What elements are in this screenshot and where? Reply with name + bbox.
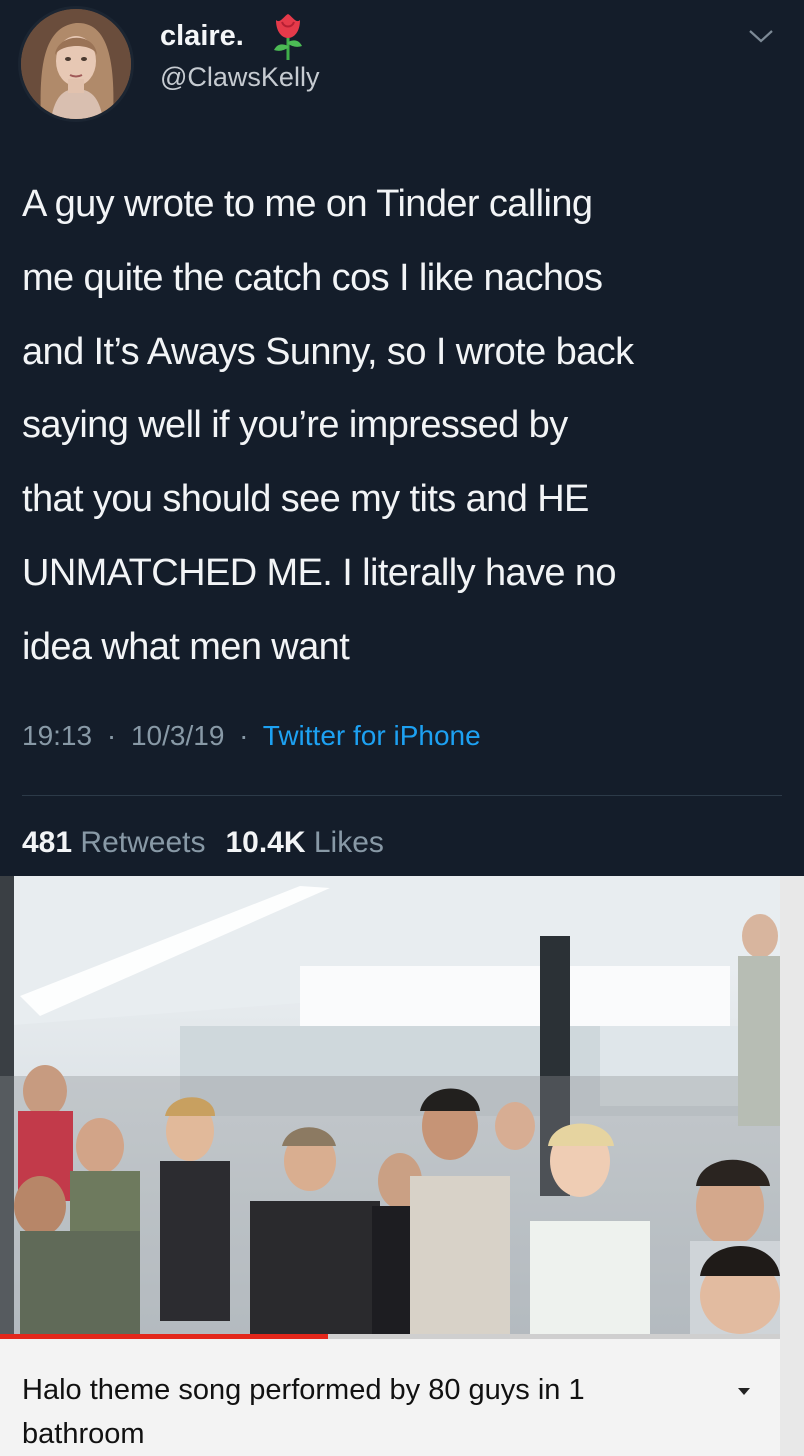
retweets-label[interactable]: Retweets: [80, 826, 205, 859]
tweet-text: A guy wrote to me on Tinder calling me q…: [22, 168, 787, 685]
tweet-text-line: and It’s Aways Sunny, so I wrote back: [22, 330, 634, 373]
caret-down-icon[interactable]: [734, 1384, 754, 1398]
video-card: Halo theme song performed by 80 guys in …: [0, 876, 804, 1456]
handle[interactable]: @ClawsKelly: [160, 62, 319, 93]
tweet-text-line: idea what men want: [22, 625, 350, 668]
video-thumbnail[interactable]: [0, 876, 780, 1334]
chevron-down-icon[interactable]: [747, 25, 775, 47]
rose-icon: [268, 10, 308, 62]
likes-label[interactable]: Likes: [314, 826, 384, 859]
tweet-meta: 19:13 · 10/3/19 · Twitter for iPhone: [22, 720, 481, 752]
tweet-card: claire. @ClawsKelly A guy wrote to me on…: [0, 0, 804, 876]
tweet-date[interactable]: 10/3/19: [131, 720, 224, 751]
tweet-text-line: A guy wrote to me on Tinder calling: [22, 183, 593, 225]
tweet-text-line: me quite the catch cos I like nachos: [22, 256, 603, 299]
video-title[interactable]: Halo theme song performed by 80 guys in …: [22, 1368, 712, 1456]
tweet-text-line: UNMATCHED ME. I literally have no: [22, 551, 617, 594]
tweet-stats: 481 Retweets 10.4K Likes: [22, 826, 384, 860]
display-name[interactable]: claire.: [160, 20, 244, 53]
tweet-text-line: saying well if you’re impressed by: [22, 404, 568, 447]
video-progress-bar[interactable]: [0, 1334, 780, 1339]
tweet-text-line: that you should see my tits and HE: [22, 478, 589, 521]
divider: [22, 795, 782, 796]
likes-count[interactable]: 10.4K: [225, 826, 305, 859]
video-progress-fill: [0, 1334, 328, 1339]
tweet-source-link[interactable]: Twitter for iPhone: [263, 720, 481, 751]
tweet-time[interactable]: 19:13: [22, 720, 92, 751]
retweets-count[interactable]: 481: [22, 826, 72, 859]
side-strip: [780, 876, 804, 1456]
meta-separator: ·: [239, 720, 249, 751]
avatar[interactable]: [18, 6, 134, 122]
meta-separator: ·: [106, 720, 117, 751]
